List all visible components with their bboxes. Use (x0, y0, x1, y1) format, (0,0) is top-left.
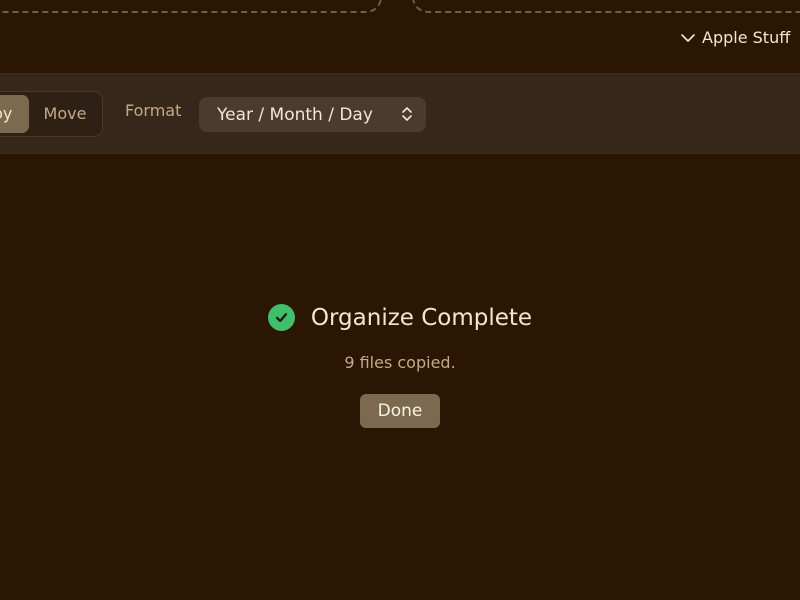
destination-folder-label: Apple Stuff (702, 28, 791, 47)
updown-chevron-icon (402, 107, 412, 121)
source-drop-zone[interactable] (0, 0, 382, 13)
chevron-down-icon (681, 33, 695, 42)
completion-heading: Organize Complete (267, 304, 533, 331)
format-label: Format (125, 101, 182, 120)
done-button[interactable]: Done (360, 394, 440, 428)
check-circle-icon (267, 304, 295, 331)
copy-mode-label: py (0, 104, 13, 123)
destination-drop-zone[interactable] (412, 0, 800, 13)
organize-view: Apple Stuff py Move Format Year / Month … (0, 0, 800, 600)
destination-folder-toggle[interactable]: Apple Stuff (680, 28, 790, 47)
format-select[interactable]: Year / Month / Day (199, 97, 426, 132)
copy-move-segmented-control: py Move (0, 91, 103, 137)
completion-title: Organize Complete (310, 304, 533, 331)
completion-panel: Organize Complete 9 files copied. Done (0, 304, 800, 428)
copy-mode-button[interactable]: py (0, 95, 29, 133)
move-mode-button[interactable]: Move (31, 95, 99, 133)
options-toolbar: py Move Format Year / Month / Day (0, 73, 800, 154)
completion-message: 9 files copied. (344, 353, 456, 372)
format-select-value: Year / Month / Day (217, 104, 373, 125)
